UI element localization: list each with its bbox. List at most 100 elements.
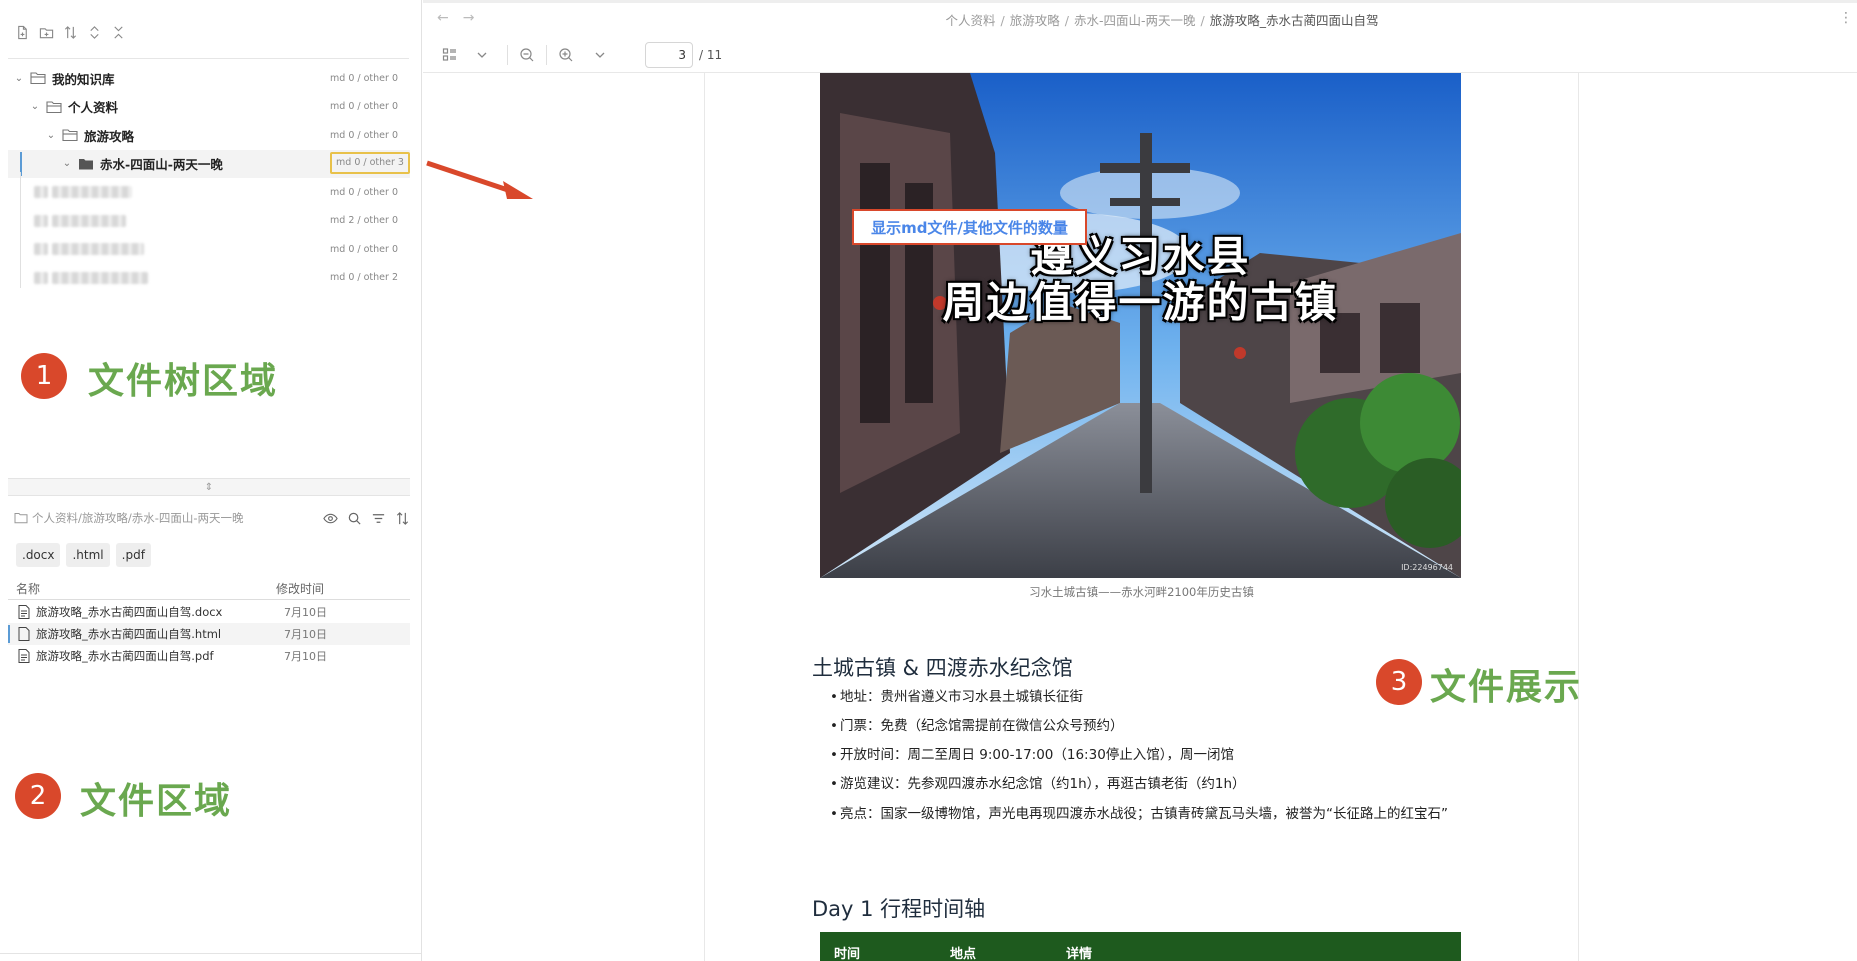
zoom-out-icon[interactable] [516,44,538,66]
blurred-label [52,186,132,199]
tree-item-knowledge-base[interactable]: ⌄ 我的知识库 md 0 / other 0 [8,64,410,93]
column-modified[interactable]: 修改时间 [276,580,324,597]
blurred-label [52,271,148,284]
sort-icon[interactable] [394,510,410,526]
panel-splitter[interactable]: ⇕ [8,478,410,496]
tree-item-label: 我的知识库 [52,71,115,87]
folder-open-icon [46,101,62,113]
file-list: 旅游攻略_赤水古蔺四面山自驾.docx 7月10日 旅游攻略_赤水古蔺四面山自驾… [8,601,410,667]
file-name: 旅游攻略_赤水古蔺四面山自驾.pdf [36,649,214,663]
file-row[interactable]: 旅游攻略_赤水古蔺四面山自驾.html 7月10日 [8,623,410,645]
list-item: 开放时间：周二至周日 9:00-17:00（16:30停止入馆），周一闭馆 [830,741,1450,770]
file-count-highlight: md 0 / other 3 [330,151,410,174]
tree-item-label: 旅游攻略 [84,128,135,144]
tree-item-blurred[interactable]: md 2 / other 0 [8,207,410,236]
info-list: 地址：贵州省遵义市习水县土城镇长征街 门票：免费（纪念馆需提前在微信公众号预约）… [830,683,1450,826]
town-photo: 遵义习水县 周边值得一游的古镇 ID:22496744 [820,73,1461,578]
file-date: 7月10日 [284,628,327,641]
sidebar: ⌄ 我的知识库 md 0 / other 0 ⌄ 个人资料 md 0 / oth… [0,0,422,961]
breadcrumb-item[interactable]: 赤水-四面山-两天一晚 [1074,13,1196,28]
app-window: ⌄ 我的知识库 md 0 / other 0 ⌄ 个人资料 md 0 / oth… [0,0,1857,961]
callout-label-2: 文件区域 [80,781,233,822]
search-icon[interactable] [346,510,362,526]
thumbnails-icon[interactable] [439,44,461,66]
timeline-table-header: 时间 地点 详情 [820,932,1461,961]
expand-icon[interactable] [86,24,102,40]
file-tree: ⌄ 我的知识库 md 0 / other 0 ⌄ 个人资料 md 0 / oth… [8,64,410,292]
table-header-cell: 时间 [834,946,861,961]
file-row[interactable]: 旅游攻略_赤水古蔺四面山自驾.pdf 7月10日 [8,645,410,667]
file-count: md 0 / other 0 [330,186,398,198]
document-icon [18,605,30,619]
document-icon [18,649,30,663]
filter-chip-html[interactable]: .html [66,543,110,567]
sort-icon[interactable] [62,24,78,40]
tree-item-blurred[interactable]: md 0 / other 2 [8,264,410,293]
file-count: md 2 / other 0 [330,215,398,227]
blurred-label [52,214,126,227]
folder-open-icon [62,129,78,142]
folder-icon [34,214,48,227]
chevron-down-icon[interactable]: ⌄ [60,158,74,169]
photo-caption: 习水土城古镇——赤水河畔2100年历史古镇 [1029,585,1254,599]
tree-guide-line [20,172,21,288]
chevron-down-icon[interactable] [589,44,611,66]
callout-label-1: 文件树区域 [88,361,279,402]
annotation-label: 显示md文件/其他文件的数量 [852,209,1087,245]
page-total: / 11 [699,48,723,62]
list-item: 亮点：国家一级博物馆，声光电再现四渡赤水战役；古镇青砖黛瓦马头墙，被誉为“长征路… [830,799,1450,826]
current-path: 个人资料/旅游攻略/赤水-四面山-两天一晚 [32,511,244,525]
photo-id: ID:22496744 [1401,563,1453,572]
new-folder-icon[interactable] [38,24,54,40]
filter-chip-docx[interactable]: .docx [16,543,61,567]
list-item: 游览建议：先参观四渡赤水纪念馆（约1h），再逛古镇老街（约1h） [830,770,1450,799]
list-item: 地址：贵州省遵义市习水县土城镇长征街 [830,683,1450,712]
chevron-down-icon[interactable]: ⌄ [44,130,58,141]
document-page: 遵义习水县 周边值得一游的古镇 ID:22496744 习水土城古镇——赤水河畔… [704,73,1579,961]
table-header-cell: 详情 [1066,946,1093,961]
page-number-input[interactable]: 3 [645,42,693,68]
chevron-down-icon[interactable]: ⌄ [12,73,26,84]
tree-item-blurred[interactable]: md 0 / other 0 [8,178,410,207]
callout-number-1: 1 [21,353,67,399]
tree-item-blurred[interactable]: md 0 / other 0 [8,235,410,264]
file-name: 旅游攻略_赤水古蔺四面山自驾.html [36,627,222,641]
document-scroll-area[interactable]: 遵义习水县 周边值得一游的古镇 ID:22496744 习水土城古镇——赤水河畔… [423,73,1857,961]
tree-item-personal[interactable]: ⌄ 个人资料 md 0 / other 0 [8,93,410,122]
callout-label-3: 文件展示 [1430,667,1583,708]
tree-item-travel[interactable]: ⌄ 旅游攻略 md 0 / other 0 [8,121,410,150]
file-row[interactable]: 旅游攻略_赤水古蔺四面山自驾.docx 7月10日 [8,601,410,623]
table-header-cell: 地点 [950,946,977,961]
filter-chip-pdf[interactable]: .pdf [115,543,151,567]
callout-number-2: 2 [15,773,61,819]
tree-item-label: 赤水-四面山-两天一晚 [100,157,223,173]
folder-icon [34,271,48,284]
blurred-label [52,243,144,256]
annotation-arrow [426,160,533,199]
breadcrumb: 个人资料 / 旅游攻略 / 赤水-四面山-两天一晚 / 旅游攻略_赤水古蔺四面山自驾 [945,13,1379,28]
section-heading: Day 1 行程时间轴 [812,897,986,921]
more-menu-icon[interactable]: ⋮ [1839,10,1853,26]
tree-toolbar [14,24,126,40]
tree-item-chishui[interactable]: ⌄ 赤水-四面山-两天一晚 md 0 / other 3 [8,149,410,178]
file-tools [322,510,410,526]
file-viewer: ← → 个人资料 / 旅游攻略 / 赤水-四面山-两天一晚 / 旅游攻略_赤水古蔺四面山自驾… [423,0,1857,961]
folder-icon [34,186,48,199]
column-name[interactable]: 名称 [8,580,276,597]
breadcrumb-item[interactable]: 旅游攻略 [1010,13,1060,28]
file-list-header: 名称 修改时间 [8,578,410,600]
status-strip [0,953,421,961]
collapse-icon[interactable] [110,24,126,40]
filter-icon[interactable] [370,510,386,526]
eye-icon[interactable] [322,510,338,526]
divider [8,58,409,59]
chevron-down-icon[interactable]: ⌄ [28,101,42,112]
chevron-down-icon[interactable] [471,44,493,66]
file-count: md 0 / other 0 [330,129,398,141]
file-icon [18,627,30,641]
file-date: 7月10日 [284,650,327,663]
new-file-icon[interactable] [14,24,30,40]
zoom-in-icon[interactable] [555,44,577,66]
photo-title-line2: 周边值得一游的古镇 [942,278,1339,327]
breadcrumb-item[interactable]: 个人资料 [946,13,996,28]
